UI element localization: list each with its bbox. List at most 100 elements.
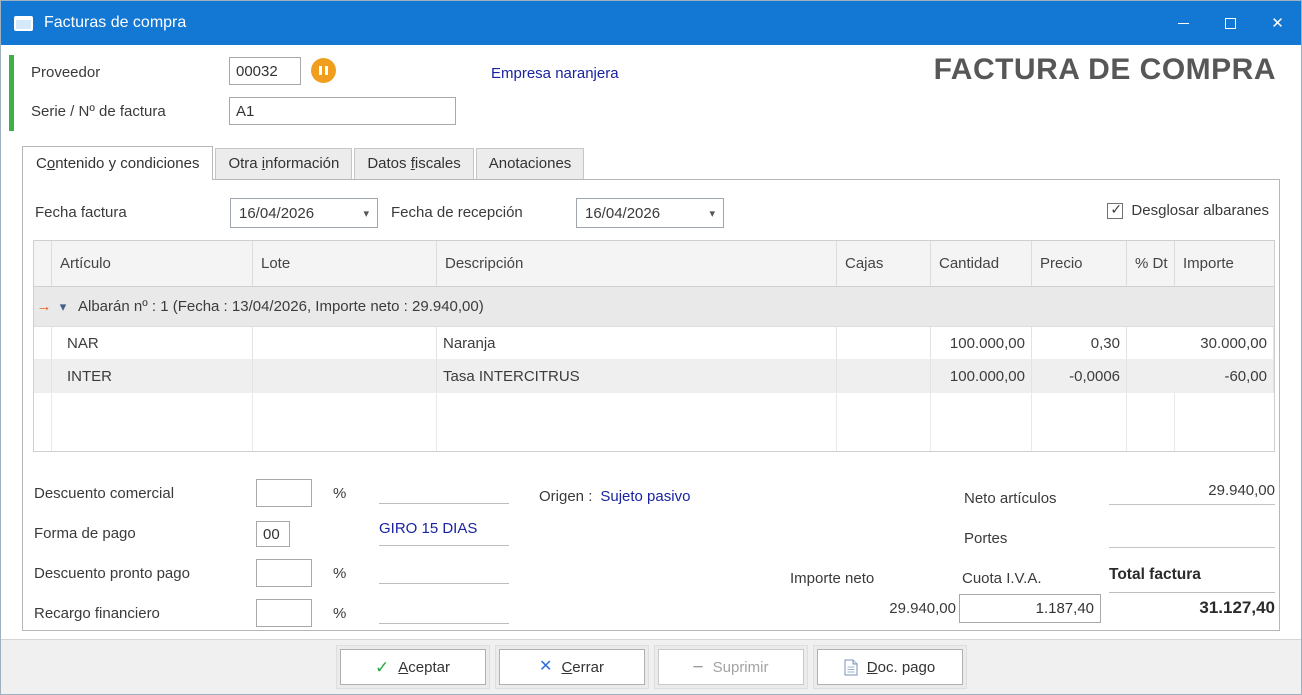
fecha-recepcion-label: Fecha de recepción xyxy=(391,204,523,221)
proveedor-name: Empresa naranjera xyxy=(491,65,619,82)
tab-datos-fiscales[interactable]: Datos fiscales xyxy=(354,148,473,179)
col-dto[interactable]: % Dt xyxy=(1127,241,1175,287)
recargo-display xyxy=(379,600,509,624)
tab-anotaciones[interactable]: Anotaciones xyxy=(476,148,585,179)
origen-label: Origen : xyxy=(539,488,592,505)
minimize-icon xyxy=(1178,23,1189,24)
serie-label: Serie / Nº de factura xyxy=(31,103,166,120)
cell-descripcion[interactable]: Naranja xyxy=(437,327,837,360)
cell-importe[interactable]: -60,00 xyxy=(1175,360,1274,393)
albaran-group-label: Albarán nº : 1 (Fecha : 13/04/2026, Impo… xyxy=(78,298,484,315)
descuento-comercial-label: Descuento comercial xyxy=(34,485,174,502)
portes-label: Portes xyxy=(964,530,1007,547)
col-importe[interactable]: Importe xyxy=(1175,241,1274,287)
desglosar-group: Desglosar albaranes xyxy=(1107,202,1269,219)
minimize-button[interactable] xyxy=(1160,1,1207,45)
recargo-label: Recargo financiero xyxy=(34,605,160,622)
window-controls: ✕ xyxy=(1160,1,1301,45)
albaran-group-row[interactable]: Albarán nº : 1 (Fecha : 13/04/2026, Impo… xyxy=(34,287,1274,327)
percent-label: % xyxy=(333,565,346,582)
cell-descripcion[interactable]: Tasa INTERCITRUS xyxy=(437,360,837,393)
col-precio[interactable]: Precio xyxy=(1032,241,1127,287)
doc-pago-button[interactable]: Doc. pago xyxy=(817,649,963,685)
col-cantidad[interactable]: Cantidad xyxy=(931,241,1032,287)
button-bar: ✓ Aceptar ✕ Cerrar − Suprimir xyxy=(1,639,1301,694)
cerrar-button[interactable]: ✕ Cerrar xyxy=(499,649,645,685)
maximize-button[interactable] xyxy=(1207,1,1254,45)
chevron-down-icon xyxy=(709,207,715,220)
tab-otra-informacion[interactable]: Otra información xyxy=(215,148,352,179)
check-icon: ✓ xyxy=(375,659,389,676)
serie-input[interactable] xyxy=(229,97,456,125)
cell-cantidad[interactable]: 100.000,00 xyxy=(931,327,1032,360)
minus-icon: − xyxy=(693,658,704,677)
chevron-down-icon xyxy=(363,207,369,220)
cell-lote[interactable] xyxy=(253,327,437,360)
col-cajas[interactable]: Cajas xyxy=(837,241,931,287)
cell-lote[interactable] xyxy=(253,360,437,393)
document-title: FACTURA DE COMPRA xyxy=(934,53,1276,87)
tab-panel: Fecha factura 16/04/2026 Fecha de recepc… xyxy=(22,179,1280,631)
cell-dto[interactable] xyxy=(1127,360,1175,393)
cell-articulo[interactable]: INTER xyxy=(52,360,253,393)
document-icon xyxy=(844,659,858,676)
forma-pago-input[interactable] xyxy=(256,521,290,547)
fecha-factura-label: Fecha factura xyxy=(35,204,127,221)
cell-cajas[interactable] xyxy=(837,327,931,360)
neto-articulos-label: Neto artículos xyxy=(964,490,1057,507)
suprimir-button[interactable]: − Suprimir xyxy=(658,649,804,685)
pause-lookup-button[interactable] xyxy=(311,58,336,83)
cell-precio[interactable]: 0,30 xyxy=(1032,327,1127,360)
cell-cajas[interactable] xyxy=(837,360,931,393)
row-selector xyxy=(34,327,52,360)
col-selector xyxy=(34,241,52,287)
cell-articulo[interactable]: NAR xyxy=(52,327,253,360)
total-factura-value: 31.127,40 xyxy=(1109,592,1275,618)
col-descripcion[interactable]: Descripción xyxy=(437,241,837,287)
close-button[interactable]: ✕ xyxy=(1254,1,1301,45)
tab-contenido-condiciones[interactable]: Contenido y condiciones xyxy=(22,146,213,180)
aceptar-button[interactable]: ✓ Aceptar xyxy=(340,649,486,685)
forma-pago-label: Forma de pago xyxy=(34,525,136,542)
cell-dto[interactable] xyxy=(1127,327,1175,360)
fecha-factura-select[interactable]: 16/04/2026 xyxy=(230,198,378,228)
descuento-comercial-input[interactable] xyxy=(256,479,312,507)
app-icon xyxy=(14,16,33,31)
close-x-icon: ✕ xyxy=(539,659,552,675)
descuento-pronto-label: Descuento pronto pago xyxy=(34,565,190,582)
maximize-icon xyxy=(1225,18,1236,29)
dates-row: Fecha factura 16/04/2026 Fecha de recepc… xyxy=(23,194,1279,240)
descuento-pronto-display xyxy=(379,560,509,584)
neto-articulos-value: 29.940,00 xyxy=(1109,482,1275,505)
recargo-input[interactable] xyxy=(256,599,312,627)
tab-bar: Contenido y condiciones Otra información… xyxy=(22,145,1301,179)
col-lote[interactable]: Lote xyxy=(253,241,437,287)
facturas-compra-window: Facturas de compra ✕ Proveedor Empresa n… xyxy=(0,0,1302,695)
cuota-iva-input[interactable] xyxy=(959,594,1101,623)
origen-row: Origen : Sujeto pasivo xyxy=(539,488,690,505)
forma-pago-display: GIRO 15 DIAS xyxy=(379,520,509,546)
total-factura-label: Total factura xyxy=(1109,566,1275,584)
current-row-arrow-icon xyxy=(34,298,54,315)
cell-precio[interactable]: -0,0006 xyxy=(1032,360,1127,393)
fecha-recepcion-select[interactable]: 16/04/2026 xyxy=(576,198,724,228)
lines-table: Artículo Lote Descripción Cajas Cantidad… xyxy=(33,240,1275,452)
portes-value xyxy=(1109,524,1275,548)
proveedor-input[interactable] xyxy=(229,57,301,85)
origen-value: Sujeto pasivo xyxy=(600,488,690,505)
invoice-header: Proveedor Empresa naranjera Serie / Nº d… xyxy=(1,45,1301,145)
titlebar[interactable]: Facturas de compra ✕ xyxy=(1,1,1301,45)
cell-cantidad[interactable]: 100.000,00 xyxy=(931,360,1032,393)
cuota-iva-label: Cuota I.V.A. xyxy=(962,570,1042,587)
descuento-pronto-input[interactable] xyxy=(256,559,312,587)
col-articulo[interactable]: Artículo xyxy=(52,241,253,287)
percent-label: % xyxy=(333,485,346,502)
expand-chevron-icon[interactable] xyxy=(54,298,72,315)
row-selector xyxy=(34,360,52,393)
desglosar-checkbox[interactable] xyxy=(1107,203,1123,219)
cell-importe[interactable]: 30.000,00 xyxy=(1175,327,1274,360)
proveedor-label: Proveedor xyxy=(31,64,100,81)
importe-neto-value: 29.940,00 xyxy=(790,600,956,617)
percent-label: % xyxy=(333,605,346,622)
window-title: Facturas de compra xyxy=(44,14,186,32)
